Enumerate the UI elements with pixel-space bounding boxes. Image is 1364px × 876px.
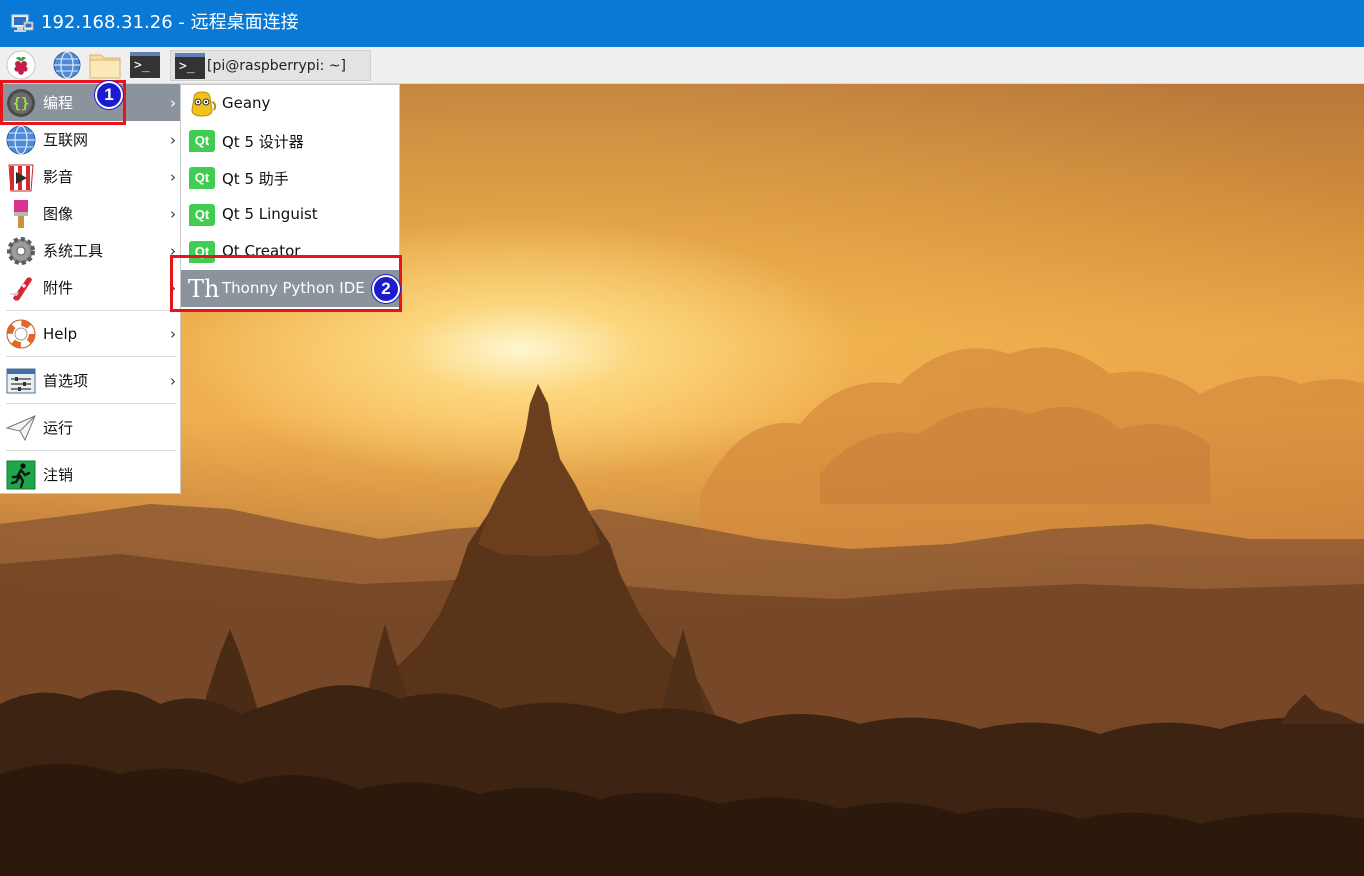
menu-item-label: Help [43, 324, 78, 343]
menu-item-multimedia[interactable]: 影音 › [0, 158, 180, 195]
menu-item-accessories[interactable]: 附件 › [0, 269, 180, 306]
submenu-item-label: Qt 5 设计器 [222, 133, 304, 151]
menu-item-label: 影音 [43, 168, 74, 186]
menu-item-label: 附件 [43, 279, 74, 297]
qt-designer-icon: Qt [186, 125, 218, 157]
qt-logo-text: Qt [189, 130, 215, 152]
menu-item-label: 首选项 [43, 372, 89, 390]
submenu-arrow-icon: › [170, 167, 176, 186]
multimedia-icon [8, 164, 34, 192]
globe-icon [6, 125, 36, 155]
qt-linguist-icon: Qt [186, 199, 218, 231]
globe-icon [53, 51, 81, 79]
application-main-menu: {} 编程 › 互联网 › 影音 › 图像 › 系统工具 › 附件 › Help… [0, 84, 181, 494]
submenu-arrow-icon: › [170, 130, 176, 149]
menu-item-system-tools[interactable]: 系统工具 › [0, 232, 180, 269]
paper-plane-icon [5, 415, 36, 442]
file-manager-launcher[interactable] [89, 50, 121, 80]
menu-item-label: 运行 [43, 419, 74, 437]
menu-item-run[interactable]: 运行 [0, 409, 180, 446]
remote-desktop-icon [11, 14, 34, 32]
menu-item-label: 图像 [43, 205, 74, 223]
qt-logo-text: Qt [189, 167, 215, 189]
lifebuoy-icon [6, 319, 36, 349]
menu-item-label: 系统工具 [43, 242, 104, 260]
submenu-arrow-icon: › [170, 93, 176, 112]
paint-brush-icon [14, 200, 28, 228]
submenu-arrow-icon: › [170, 371, 176, 390]
menu-separator [6, 356, 176, 357]
menu-item-internet[interactable]: 互联网 › [0, 121, 180, 158]
menu-separator [6, 310, 176, 311]
submenu-item-qt-designer[interactable]: Qt Qt 5 设计器 [181, 122, 399, 159]
menu-item-help[interactable]: Help › [0, 315, 180, 352]
step1-badge: 1 [95, 81, 123, 109]
pocket-knife-icon [9, 277, 32, 301]
submenu-arrow-icon: › [170, 204, 176, 223]
taskbar-panel: >_ >_ [pi@raspberrypi: ~] [0, 47, 1364, 84]
submenu-item-qt-assistant[interactable]: Qt Qt 5 助手 [181, 159, 399, 196]
gear-icon [7, 237, 35, 265]
folder-icon [89, 54, 121, 79]
geany-icon [191, 91, 217, 117]
raspberry-menu-button[interactable] [5, 50, 37, 80]
submenu-item-geany[interactable]: Geany [181, 85, 399, 122]
taskbar-window-button[interactable]: >_ [pi@raspberrypi: ~] [170, 50, 371, 81]
menu-item-logout[interactable]: 注销 [0, 456, 180, 493]
menu-separator [6, 450, 176, 451]
terminal-icon: >_ [175, 52, 205, 79]
submenu-item-label: Geany [222, 94, 271, 112]
step2-highlight-box [170, 255, 402, 312]
submenu-item-label: Qt 5 Linguist [222, 205, 318, 223]
qt-logo-text: Qt [189, 204, 215, 226]
preferences-icon [6, 368, 36, 394]
raspberry-icon [6, 50, 36, 80]
exit-icon [6, 460, 36, 490]
step2-badge: 2 [372, 275, 400, 303]
menu-item-label: 注销 [43, 466, 74, 484]
web-browser-launcher[interactable] [51, 50, 83, 80]
menu-item-preferences[interactable]: 首选项 › [0, 362, 180, 399]
menu-separator [6, 403, 176, 404]
terminal-launcher[interactable]: >_ [129, 50, 161, 80]
submenu-arrow-icon: › [170, 324, 176, 343]
submenu-item-label: Qt 5 助手 [222, 170, 289, 188]
qt-assistant-icon: Qt [186, 162, 218, 194]
window-title: 192.168.31.26 - 远程桌面连接 [41, 12, 299, 33]
window-titlebar: 192.168.31.26 - 远程桌面连接 [0, 0, 1364, 47]
menu-item-label: 互联网 [43, 131, 89, 149]
terminal-icon: >_ [130, 52, 160, 78]
menu-item-graphics[interactable]: 图像 › [0, 195, 180, 232]
taskbar-window-label: [pi@raspberrypi: ~] [207, 57, 346, 74]
submenu-item-qt-linguist[interactable]: Qt Qt 5 Linguist [181, 196, 399, 233]
